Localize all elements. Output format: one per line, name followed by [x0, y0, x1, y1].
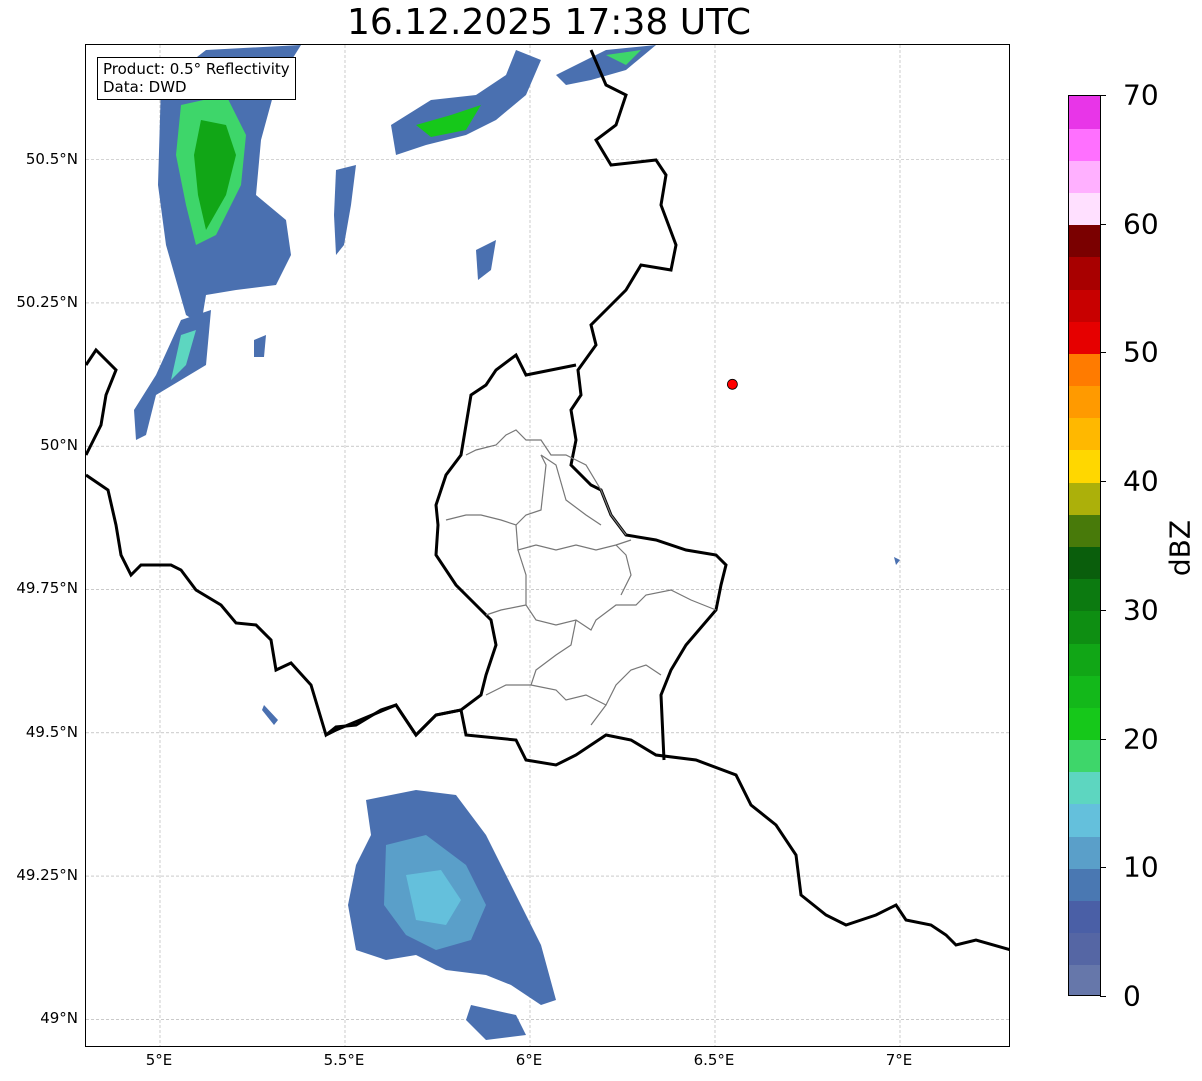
echo-isolated-3 [254, 335, 266, 357]
colorbar-tick-label: 70 [1123, 78, 1159, 112]
colorbar-segment [1069, 900, 1100, 934]
reflectivity-colorbar [1068, 95, 1101, 996]
colorbar-tick-label: 40 [1123, 464, 1159, 498]
echo-cell-south-tail [466, 1005, 526, 1040]
colorbar-tick-mark [1100, 867, 1106, 869]
colorbar-tick-mark [1100, 609, 1106, 611]
product-info-box: Product: 0.5° Reflectivity Data: DWD [97, 57, 296, 100]
colorbar-segment [1069, 610, 1100, 644]
colorbar-tick-label: 60 [1123, 207, 1159, 241]
data-source-label: Data: DWD [103, 78, 187, 96]
colorbar-segment [1069, 96, 1100, 129]
latitude-tick-label: 49.75°N [16, 579, 78, 598]
colorbar-segment [1069, 964, 1100, 995]
colorbar-segment [1069, 353, 1100, 387]
colorbar-segment [1069, 514, 1100, 547]
colorbar-tick-mark [1100, 95, 1106, 96]
colorbar-tick-label: 50 [1123, 335, 1159, 369]
latitude-tick-label: 50°N [40, 436, 78, 455]
colorbar-segment [1069, 868, 1100, 901]
colorbar-segment [1069, 256, 1100, 290]
latitude-tick-label: 50.25°N [16, 292, 78, 311]
colorbar-tick-mark [1100, 996, 1106, 997]
longitude-tick-label: 6.5°E [693, 1051, 735, 1069]
colorbar-segment [1069, 192, 1100, 226]
colorbar-segment [1069, 707, 1100, 741]
latitude-tick-label: 49.5°N [25, 722, 78, 741]
echo-isolated-2 [476, 240, 496, 280]
map-title: 16.12.2025 17:38 UTC [346, 2, 752, 43]
colorbar-segment [1069, 417, 1100, 451]
colorbar-segment [1069, 932, 1100, 966]
colorbar-segment [1069, 803, 1100, 837]
echo-isolated-4 [262, 705, 278, 725]
colorbar-segment [1069, 578, 1100, 612]
colorbar-tick-label: 0 [1123, 979, 1141, 1013]
colorbar-segment [1069, 643, 1100, 676]
latitude-tick-label: 50.5°N [25, 149, 78, 168]
latitude-tick-label: 49.25°N [16, 866, 78, 885]
colorbar-tick-mark [1100, 481, 1106, 483]
echo-isolated-5 [894, 557, 900, 565]
colorbar-segment [1069, 675, 1100, 708]
colorbar-tick-label: 20 [1123, 722, 1159, 756]
border-luxembourg-west [86, 352, 577, 738]
colorbar-segment [1069, 449, 1100, 483]
radar-map[interactable] [85, 44, 1010, 1047]
product-label: Product: 0.5° Reflectivity [103, 60, 290, 78]
echo-band-north [391, 50, 541, 155]
longitude-tick-label: 5.5°E [323, 1051, 365, 1069]
colorbar-segment [1069, 482, 1100, 515]
colorbar-segment [1069, 546, 1100, 580]
colorbar-label: dBZ [1163, 519, 1197, 577]
map-canvas [86, 45, 1009, 1046]
longitude-tick-label: 6°E [515, 1051, 543, 1069]
colorbar-tick-mark [1100, 738, 1106, 740]
radar-site-marker [726, 378, 738, 390]
colorbar-tick-label: 10 [1123, 850, 1159, 884]
colorbar-segment [1069, 836, 1100, 869]
longitude-tick-label: 5°E [145, 1051, 173, 1069]
colorbar-segment [1069, 771, 1100, 805]
border-france-belgium-west [86, 347, 118, 456]
latitude-tick-label: 49°N [40, 1009, 78, 1028]
colorbar-segment [1069, 385, 1100, 419]
colorbar-segment [1069, 128, 1100, 161]
colorbar-segment [1069, 224, 1100, 258]
colorbar-segment [1069, 160, 1100, 194]
colorbar-tick-mark [1100, 352, 1106, 354]
colorbar-segment [1069, 321, 1100, 354]
colorbar-tick-label: 30 [1123, 593, 1159, 627]
colorbar-segment [1069, 289, 1100, 322]
echo-north-top [556, 45, 656, 85]
border-germany-belgium-north [569, 49, 728, 761]
colorbar-tick-mark [1100, 223, 1106, 225]
colorbar-segment [1069, 739, 1100, 773]
longitude-tick-label: 7°E [885, 1051, 913, 1069]
